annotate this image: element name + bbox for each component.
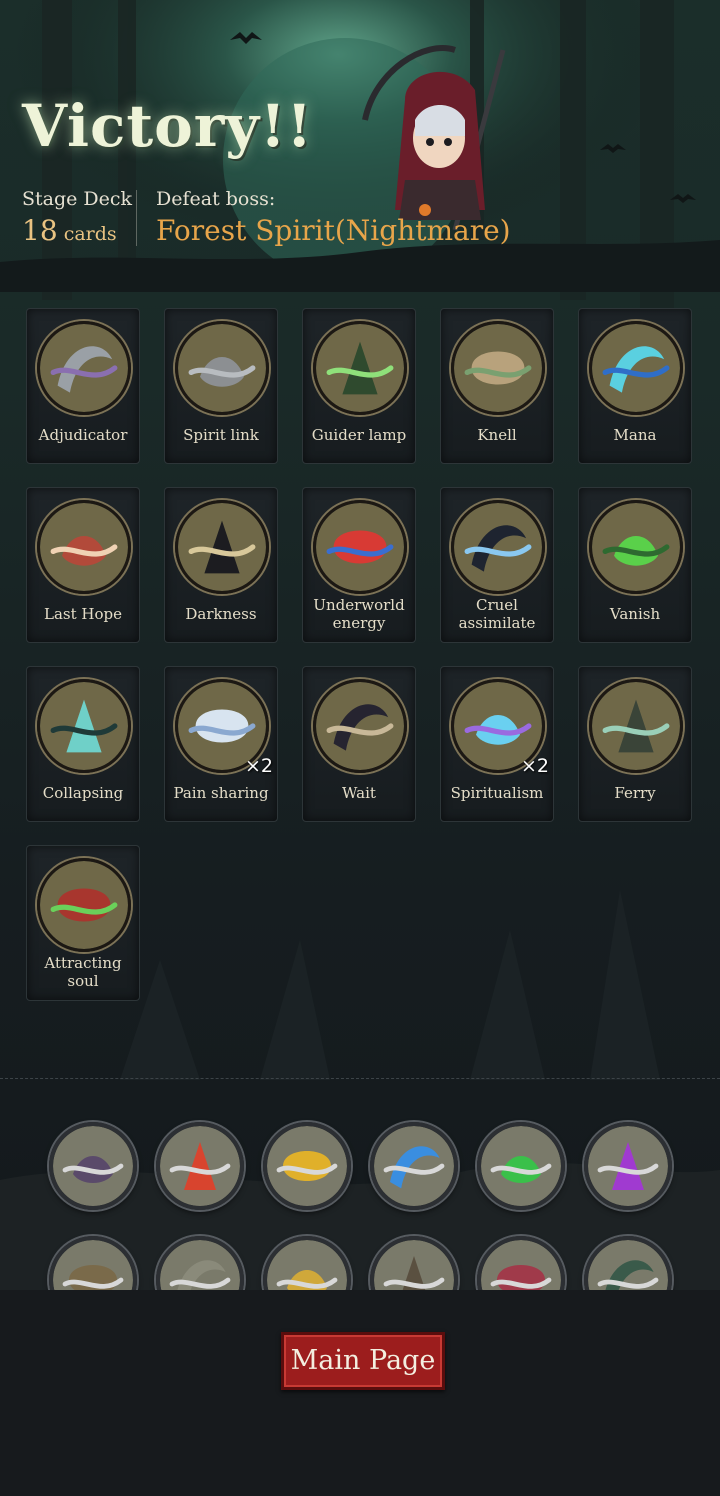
card-name: Adjudicator <box>38 426 128 444</box>
victory-title: Victory!! <box>22 92 313 160</box>
card-item[interactable]: Collapsing <box>26 666 140 822</box>
victory-header: Victory!! Stage Deck 18 cards Defeat bos… <box>0 0 720 290</box>
card-item[interactable]: Spirit link <box>164 308 278 464</box>
lamp-icon <box>313 321 407 415</box>
stage-deck-unit: cards <box>63 223 117 245</box>
skull-music-red-icon[interactable] <box>156 1122 244 1210</box>
sword-relic-icon[interactable] <box>156 1236 244 1290</box>
card-item[interactable]: Guider lamp <box>302 308 416 464</box>
fire-water-icon <box>313 500 407 594</box>
girl-portrait-icon <box>37 500 131 594</box>
card-name: Mana <box>613 426 657 444</box>
footer-bar <box>0 1290 720 1496</box>
mana-orb-icon <box>589 321 683 415</box>
skull-music-yellow-icon[interactable] <box>263 1122 351 1210</box>
defeat-boss-info: Defeat boss: Forest Spirit(Nightmare) <box>156 188 511 247</box>
card-item[interactable]: Attracting soul <box>26 845 140 1001</box>
red-hood-girl-icon <box>37 858 131 952</box>
skull-music-green-icon[interactable] <box>477 1122 565 1210</box>
defeat-boss-label: Defeat boss: <box>156 188 276 210</box>
witch-hat-icon[interactable] <box>370 1236 458 1290</box>
skull-music-purple-icon[interactable] <box>584 1122 672 1210</box>
card-item[interactable]: Last Hope <box>26 487 140 643</box>
card-name: Underworld energy <box>313 596 405 632</box>
reaper-icon <box>175 500 269 594</box>
card-name: Attracting soul <box>44 954 122 990</box>
card-item[interactable]: ×2 Pain sharing <box>164 666 278 822</box>
scythe-icon <box>37 321 131 415</box>
card-name: Wait <box>342 784 376 802</box>
vampire-icon[interactable] <box>477 1236 565 1290</box>
card-name: Spiritualism <box>450 784 544 802</box>
card-multiplier: ×2 <box>244 755 273 777</box>
card-item[interactable]: Cruel assimilate <box>440 487 554 643</box>
skeleton-icon <box>313 679 407 773</box>
card-name: Last Hope <box>44 605 122 623</box>
card-name: Spirit link <box>183 426 259 444</box>
section-divider <box>0 1078 720 1079</box>
card-multiplier: ×2 <box>520 755 549 777</box>
stage-deck-count: 18 cards <box>22 214 132 247</box>
gold-coins-icon[interactable] <box>263 1236 351 1290</box>
skull-music-blue-icon[interactable] <box>370 1122 458 1210</box>
dark-castle-icon[interactable] <box>584 1236 672 1290</box>
main-page-button[interactable]: Main Page <box>281 1332 445 1390</box>
card-item[interactable]: Vanish <box>578 487 692 643</box>
header-divider <box>136 190 137 246</box>
bell-icon <box>451 321 545 415</box>
boat-ferryman-icon <box>589 679 683 773</box>
card-item[interactable]: Knell <box>440 308 554 464</box>
card-item[interactable]: Wait <box>302 666 416 822</box>
card-name: Darkness <box>185 605 257 623</box>
card-name: Vanish <box>609 605 661 623</box>
card-name: Cruel assimilate <box>458 596 536 632</box>
crow-relic-icon[interactable] <box>49 1122 137 1210</box>
chain-icon <box>175 321 269 415</box>
dark-knight-icon <box>451 500 545 594</box>
reward-relics-row <box>0 1118 720 1290</box>
card-item[interactable]: Ferry <box>578 666 692 822</box>
card-item[interactable]: Darkness <box>164 487 278 643</box>
green-swirl-icon <box>589 500 683 594</box>
card-item[interactable]: ×2 Spiritualism <box>440 666 554 822</box>
bird-relic-icon[interactable] <box>49 1236 137 1290</box>
card-item[interactable]: Underworld energy <box>302 487 416 643</box>
card-name: Ferry <box>614 784 656 802</box>
stage-deck-info: Stage Deck 18 cards <box>22 188 132 247</box>
ghost-skull-icon <box>37 679 131 773</box>
card-item[interactable]: Adjudicator <box>26 308 140 464</box>
card-name: Collapsing <box>42 784 124 802</box>
stage-deck-number: 18 <box>22 214 58 247</box>
card-name: Guider lamp <box>311 426 407 444</box>
card-item[interactable]: Mana <box>578 308 692 464</box>
card-name: Knell <box>477 426 517 444</box>
boss-name: Forest Spirit(Nightmare) <box>156 214 511 247</box>
stage-deck-label: Stage Deck <box>22 188 133 210</box>
card-name: Pain sharing <box>173 784 269 802</box>
